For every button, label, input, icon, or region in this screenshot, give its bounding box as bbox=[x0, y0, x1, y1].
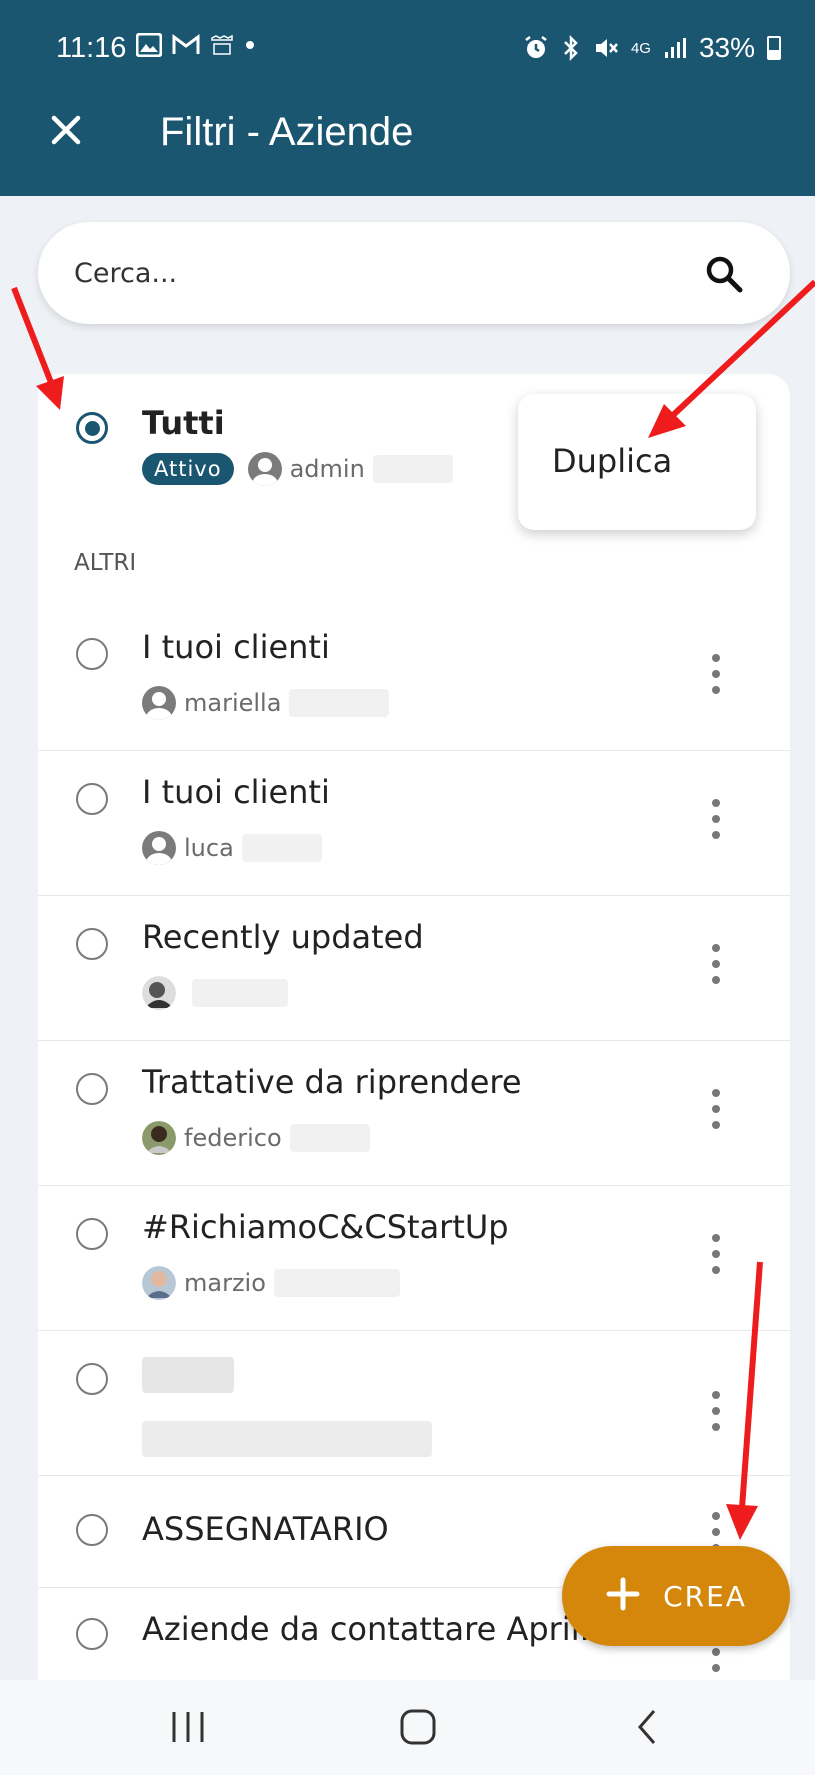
avatar bbox=[142, 976, 176, 1010]
radio-button[interactable] bbox=[76, 1618, 108, 1650]
radio-button[interactable] bbox=[76, 1073, 108, 1105]
signal-icon bbox=[664, 38, 686, 58]
more-options-icon[interactable] bbox=[710, 654, 722, 694]
list-item[interactable] bbox=[38, 1331, 790, 1476]
user-icon bbox=[142, 686, 176, 720]
recent-apps-icon[interactable] bbox=[158, 1702, 218, 1752]
more-options-icon[interactable] bbox=[710, 1391, 722, 1431]
avatar bbox=[142, 1266, 176, 1300]
home-icon[interactable] bbox=[388, 1702, 448, 1752]
status-right-icons: 4G 33% bbox=[523, 32, 781, 64]
create-button[interactable]: CREA bbox=[562, 1546, 790, 1646]
radio-button[interactable] bbox=[76, 638, 108, 670]
context-menu: Duplica bbox=[518, 394, 756, 530]
gallery-icon bbox=[136, 33, 162, 57]
owner-name: marzio bbox=[184, 1269, 266, 1297]
search-input[interactable] bbox=[74, 248, 694, 298]
filter-owner: marzio bbox=[142, 1266, 400, 1300]
owner-name: luca bbox=[184, 834, 234, 862]
redacted-text bbox=[372, 455, 453, 483]
user-icon bbox=[247, 452, 282, 486]
list-item[interactable]: I tuoi clienti luca bbox=[38, 751, 790, 896]
redacted-text bbox=[241, 834, 322, 862]
close-icon[interactable] bbox=[44, 110, 88, 154]
filter-owner: mariella bbox=[142, 686, 390, 720]
more-options-icon[interactable] bbox=[710, 1234, 722, 1274]
gmail-icon bbox=[172, 34, 200, 54]
redacted-text bbox=[192, 979, 288, 1007]
redacted-text bbox=[289, 1124, 370, 1152]
system-nav-bar bbox=[0, 1680, 815, 1775]
filter-title: Aziende da contattare April... bbox=[142, 1610, 611, 1648]
bluetooth-icon bbox=[564, 35, 578, 61]
status-bar: 11:16 4G 33% bbox=[0, 0, 815, 100]
back-icon[interactable] bbox=[618, 1702, 678, 1752]
radio-button[interactable] bbox=[76, 1514, 108, 1546]
filter-title: #RichiamoC&CStartUp bbox=[142, 1208, 509, 1246]
list-item[interactable]: Trattative da riprendere federico bbox=[38, 1041, 790, 1186]
battery-level: 33% bbox=[698, 32, 755, 63]
redacted-text bbox=[289, 689, 390, 717]
owner-name: mariella bbox=[184, 689, 282, 717]
plus-icon bbox=[605, 1572, 641, 1620]
create-button-label: CREA bbox=[663, 1579, 747, 1613]
page-title: Filtri - Aziende bbox=[160, 110, 414, 154]
filter-owner: federico bbox=[142, 1121, 370, 1155]
list-item[interactable]: Recently updated bbox=[38, 896, 790, 1041]
owner-name: admin bbox=[289, 455, 365, 483]
filter-owner bbox=[142, 976, 288, 1010]
network-type: 4G bbox=[630, 39, 651, 57]
app-bar: 11:16 4G 33% Filtri - Aziende bbox=[0, 0, 815, 196]
more-options-icon[interactable] bbox=[710, 799, 722, 839]
radio-button[interactable] bbox=[76, 1218, 108, 1250]
filter-title: I tuoi clienti bbox=[142, 628, 330, 666]
filter-owner: Attivo admin bbox=[142, 452, 453, 486]
status-time: 11:16 bbox=[56, 32, 127, 64]
dot-icon bbox=[246, 41, 254, 49]
search-icon[interactable] bbox=[702, 252, 746, 296]
list-item[interactable]: I tuoi clienti mariella bbox=[38, 606, 790, 751]
radio-button[interactable] bbox=[76, 783, 108, 815]
mute-icon bbox=[595, 39, 618, 57]
more-options-icon[interactable] bbox=[710, 944, 722, 984]
status-notification-icons bbox=[136, 33, 256, 57]
redacted-owner bbox=[142, 1421, 432, 1457]
filter-title: Tutti bbox=[142, 404, 225, 442]
radio-selected[interactable] bbox=[76, 412, 108, 444]
filters-list: Tutti Attivo admin ALTRI I tuoi clienti … bbox=[38, 374, 790, 1684]
filter-title: ASSEGNATARIO bbox=[142, 1510, 389, 1548]
more-options-icon[interactable] bbox=[710, 1089, 722, 1129]
filter-title: Recently updated bbox=[142, 918, 424, 956]
menu-item-duplica[interactable]: Duplica bbox=[552, 442, 672, 480]
redacted-title bbox=[142, 1357, 234, 1393]
avatar bbox=[142, 1121, 176, 1155]
owner-name: federico bbox=[184, 1124, 282, 1152]
app-notification-icon bbox=[211, 34, 233, 55]
user-icon bbox=[142, 831, 176, 865]
list-item[interactable]: #RichiamoC&CStartUp marzio bbox=[38, 1186, 790, 1331]
radio-button[interactable] bbox=[76, 928, 108, 960]
status-badge: Attivo bbox=[142, 453, 234, 485]
search-bar bbox=[38, 222, 790, 324]
redacted-text bbox=[273, 1269, 400, 1297]
filter-title: Trattative da riprendere bbox=[142, 1063, 522, 1101]
radio-button[interactable] bbox=[76, 1363, 108, 1395]
filter-title: I tuoi clienti bbox=[142, 773, 330, 811]
filter-owner: luca bbox=[142, 831, 322, 865]
section-label: ALTRI bbox=[74, 550, 137, 576]
alarm-icon bbox=[525, 36, 547, 58]
battery-icon bbox=[767, 36, 781, 60]
